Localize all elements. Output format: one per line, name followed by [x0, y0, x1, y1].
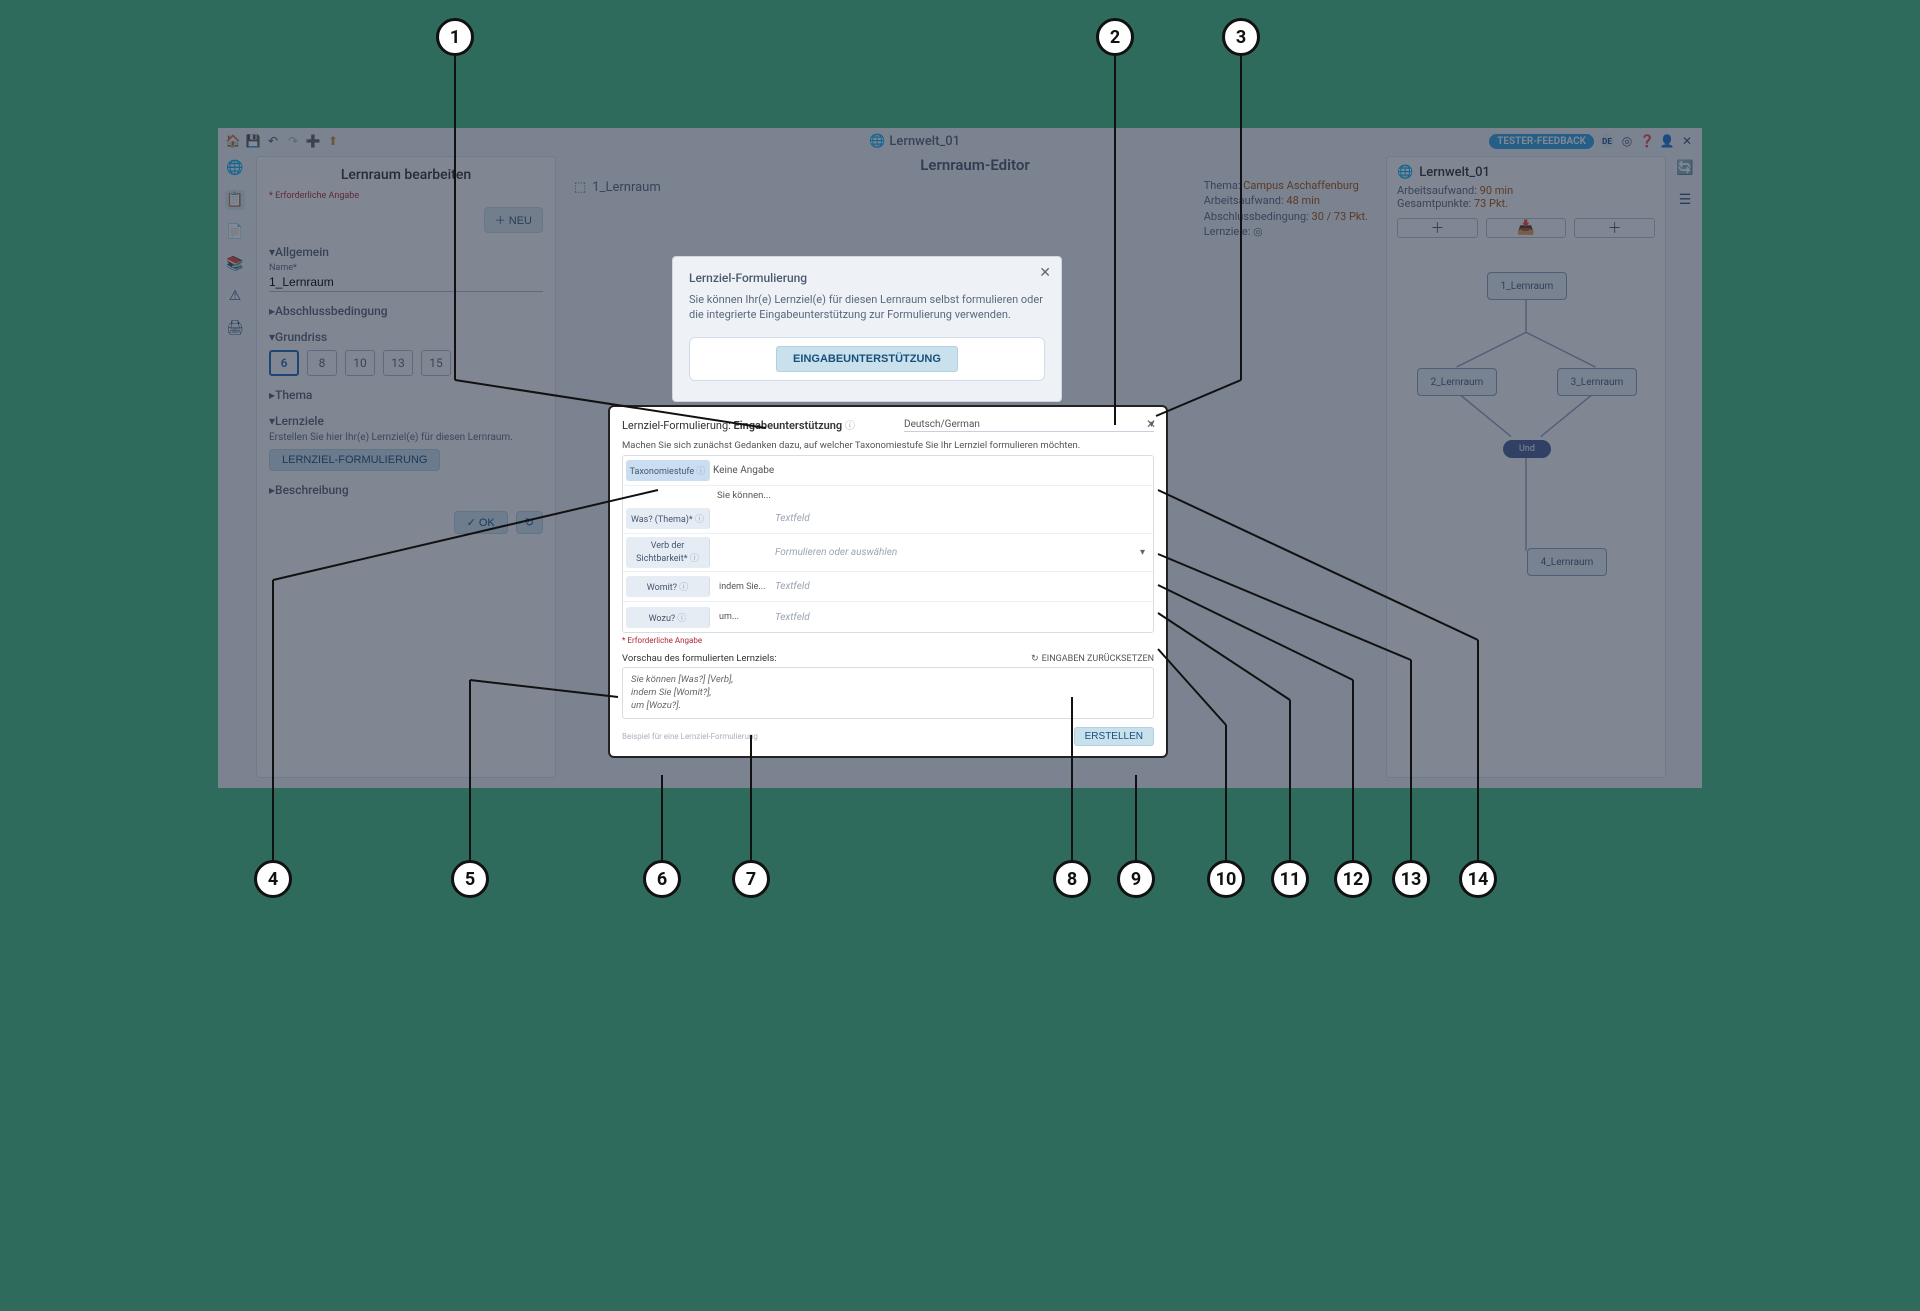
callout-bubble: 11: [1271, 860, 1309, 898]
behind-modal: ✕ Lernziel-Formulierung Sie können Ihr(e…: [672, 256, 1062, 402]
modal-instruction: Machen Sie sich zunächst Gedanken dazu, …: [622, 440, 1154, 451]
field-label-taxonomie: Taxonomiestufe ⓘ: [626, 460, 710, 481]
callout-bubble: 10: [1207, 860, 1245, 898]
wozu-prefix: um...: [713, 612, 775, 622]
example-link[interactable]: Beispiel für eine Lernziel-Formulierung: [622, 732, 758, 741]
wozu-input[interactable]: Textfeld: [775, 612, 1153, 623]
was-input[interactable]: Textfeld: [775, 513, 1153, 524]
behind-modal-title: Lernziel-Formulierung: [689, 271, 1045, 285]
verb-select[interactable]: Formulieren oder auswählen▾: [775, 547, 1153, 558]
callout-bubble: 13: [1392, 860, 1430, 898]
modal-fields: Taxonomiestufe ⓘ Keine Angabe Sie können…: [622, 455, 1154, 633]
womit-prefix: indem Sie...: [713, 582, 775, 592]
womit-input[interactable]: Textfeld: [775, 581, 1153, 592]
callout-bubble: 14: [1459, 860, 1497, 898]
reset-button[interactable]: ↻ EINGABEN ZURÜCKSETZEN: [1031, 654, 1154, 664]
close-icon[interactable]: ✕: [1146, 417, 1156, 431]
lernziel-modal: ✕ Lernziel-Formulierung: Eingabeunterstü…: [608, 405, 1168, 758]
callout-bubble: 9: [1117, 860, 1155, 898]
info-icon[interactable]: ⓘ: [677, 614, 686, 624]
callout-bubble: 7: [732, 860, 770, 898]
callout-bubble: 4: [254, 860, 292, 898]
field-label-wozu: Wozu? ⓘ: [626, 607, 710, 628]
callout-bubble: 6: [643, 860, 681, 898]
language-select[interactable]: Deutsch/German▾: [904, 419, 1154, 432]
info-icon[interactable]: ⓘ: [690, 554, 699, 564]
refresh-icon: ↻: [1031, 654, 1039, 664]
tax-value[interactable]: Keine Angabe: [713, 465, 1153, 476]
close-icon[interactable]: ✕: [1039, 265, 1051, 281]
callout-bubble: 2: [1096, 18, 1134, 56]
preview-box: Sie können [Was?] [Verb], indem Sie [Wom…: [622, 667, 1154, 719]
callout-bubble: 12: [1334, 860, 1372, 898]
info-icon[interactable]: ⓘ: [696, 467, 705, 477]
callout-bubble: 8: [1053, 860, 1091, 898]
callout-bubble: 1: [436, 18, 474, 56]
field-label-womit: Womit? ⓘ: [626, 576, 710, 597]
field-label-verb: Verb der Sichtbarkeit* ⓘ: [626, 537, 710, 568]
callout-bubble: 3: [1222, 18, 1260, 56]
field-label-was: Was? (Thema)* ⓘ: [626, 508, 710, 529]
info-icon[interactable]: ⓘ: [845, 421, 855, 432]
fixed-text: Sie können...: [713, 490, 771, 501]
behind-modal-text: Sie können Ihr(e) Lernziel(e) für diesen…: [689, 293, 1045, 323]
info-icon[interactable]: ⓘ: [679, 583, 688, 593]
info-icon[interactable]: ⓘ: [695, 515, 704, 525]
required-note: * Erforderliche Angabe: [622, 636, 1154, 645]
preview-label: Vorschau des formulierten Lernziels:: [622, 653, 777, 664]
create-button[interactable]: ERSTELLEN: [1074, 727, 1154, 746]
eingabeunterstuetzung-button[interactable]: EINGABEUNTERSTÜTZUNG: [776, 346, 958, 372]
callout-bubble: 5: [451, 860, 489, 898]
modal-title: Lernziel-Formulierung: Eingabeunterstütz…: [622, 417, 855, 432]
chevron-down-icon: ▾: [1140, 547, 1145, 558]
